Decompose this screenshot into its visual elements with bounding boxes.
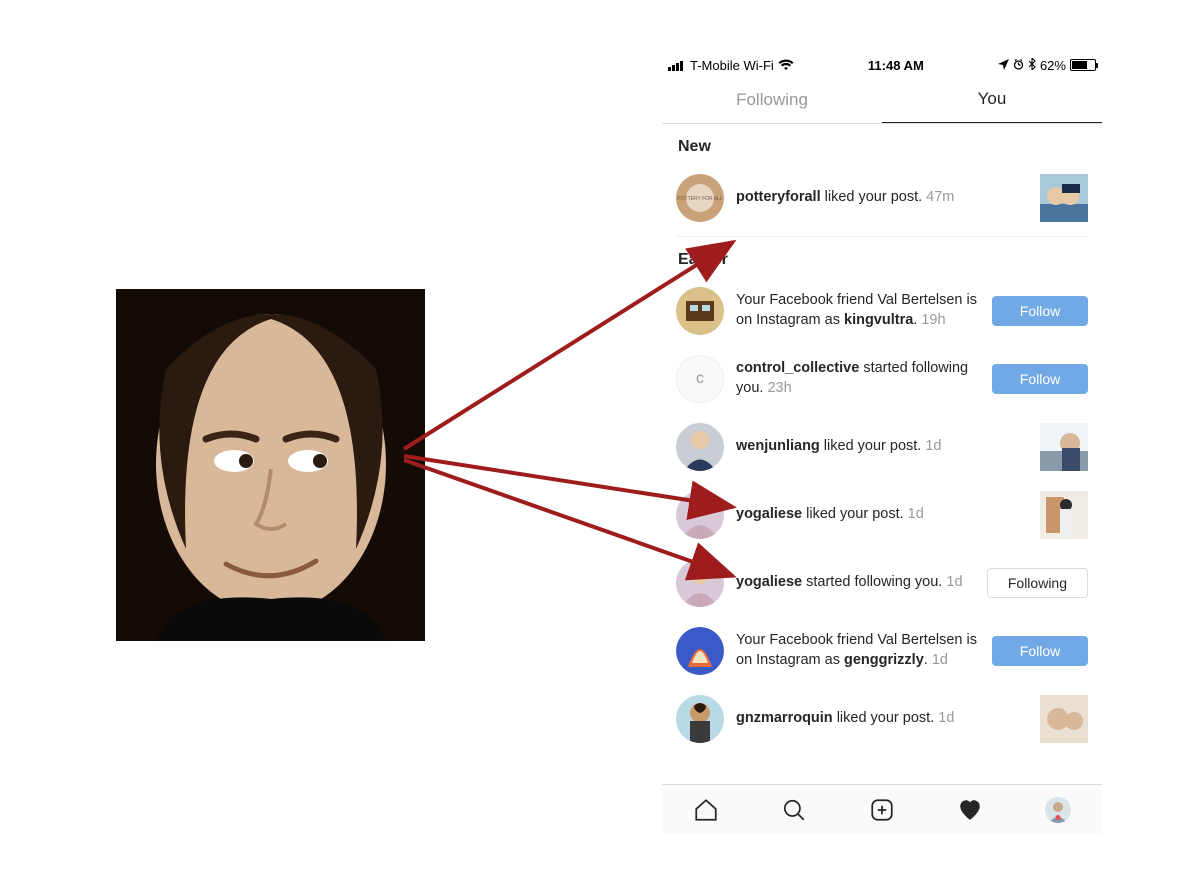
activity-row[interactable]: yogaliese started following you. 1d Foll…	[676, 549, 1088, 617]
activity-row[interactable]: c control_collective started following y…	[676, 345, 1088, 413]
activity-row[interactable]: yogaliese liked your post. 1d	[676, 481, 1088, 549]
post-thumbnail[interactable]	[1040, 423, 1088, 471]
activity-row[interactable]: Your Facebook friend Val Bertelsen is on…	[676, 617, 1088, 685]
avatar[interactable]	[676, 287, 724, 335]
username[interactable]: gnzmarroquin	[736, 710, 833, 726]
bottom-nav	[662, 784, 1102, 834]
location-icon	[998, 58, 1009, 73]
username[interactable]: yogaliese	[736, 506, 802, 522]
add-post-icon[interactable]	[868, 796, 896, 824]
notification-dot-icon	[1056, 815, 1061, 820]
bluetooth-icon	[1028, 58, 1036, 73]
avatar[interactable]	[676, 695, 724, 743]
home-icon[interactable]	[692, 796, 720, 824]
activity-text: wenjunliang liked your post. 1d	[736, 437, 1028, 457]
timestamp: 1d	[925, 438, 941, 454]
search-icon[interactable]	[780, 796, 808, 824]
activity-tabs: Following You	[662, 76, 1102, 124]
battery-pct-label: 62%	[1040, 58, 1066, 73]
avatar[interactable]	[676, 627, 724, 675]
avatar[interactable]: POTTERY FOR ALL	[676, 174, 724, 222]
signal-icon	[668, 59, 686, 71]
activity-row[interactable]: gnzmarroquin liked your post. 1d	[676, 685, 1088, 753]
activity-text: gnzmarroquin liked your post. 1d	[736, 709, 1028, 729]
activity-text: Your Facebook friend Val Bertelsen is on…	[736, 291, 980, 330]
activity-text: control_collective started following you…	[736, 359, 980, 398]
timestamp: 1d	[938, 710, 954, 726]
timestamp: 47m	[926, 189, 954, 205]
tab-you[interactable]: You	[882, 76, 1102, 123]
activity-text: potteryforall liked your post. 47m	[736, 188, 1028, 208]
activity-feed[interactable]: New POTTERY FOR ALL potteryforall liked …	[662, 124, 1102, 784]
heart-icon[interactable]	[956, 796, 984, 824]
activity-text: yogaliese started following you. 1d	[736, 573, 975, 593]
phone-frame: T-Mobile Wi-Fi 11:48 AM 62% Following Yo…	[662, 54, 1102, 834]
carrier-label: T-Mobile Wi-Fi	[690, 58, 774, 73]
wifi-icon	[778, 59, 794, 71]
post-thumbnail[interactable]	[1040, 695, 1088, 743]
activity-row[interactable]: Your Facebook friend Val Bertelsen is on…	[676, 277, 1088, 345]
status-bar: T-Mobile Wi-Fi 11:48 AM 62%	[662, 54, 1102, 76]
timestamp: 1d	[932, 652, 948, 668]
activity-text: yogaliese liked your post. 1d	[736, 505, 1028, 525]
username[interactable]: wenjunliang	[736, 438, 820, 454]
timestamp: 23h	[767, 380, 791, 396]
follow-button[interactable]: Follow	[992, 296, 1088, 326]
battery-icon	[1070, 59, 1096, 71]
clock-label: 11:48 AM	[868, 58, 924, 73]
username[interactable]: genggrizzly	[844, 652, 924, 668]
post-thumbnail[interactable]	[1040, 491, 1088, 539]
avatar[interactable]	[676, 423, 724, 471]
profile-avatar[interactable]	[1044, 796, 1072, 824]
svg-text:POTTERY FOR ALL: POTTERY FOR ALL	[677, 196, 723, 202]
username[interactable]: yogaliese	[736, 574, 802, 590]
section-header-earlier: Earlier	[678, 251, 1088, 269]
timestamp: 19h	[921, 312, 945, 328]
username[interactable]: kingvultra	[844, 312, 913, 328]
username[interactable]: potteryforall	[736, 189, 821, 205]
post-thumbnail[interactable]	[1040, 174, 1088, 222]
username[interactable]: control_collective	[736, 360, 859, 376]
avatar[interactable]: c	[676, 355, 724, 403]
tab-following[interactable]: Following	[662, 76, 882, 123]
activity-row[interactable]: POTTERY FOR ALL potteryforall liked your…	[676, 164, 1088, 232]
follow-button[interactable]: Follow	[992, 636, 1088, 666]
avatar[interactable]	[676, 491, 724, 539]
avatar[interactable]	[676, 559, 724, 607]
section-header-new: New	[678, 138, 1088, 156]
follow-button[interactable]: Follow	[992, 364, 1088, 394]
meme-image	[116, 289, 425, 641]
timestamp: 1d	[946, 574, 962, 590]
activity-row[interactable]: wenjunliang liked your post. 1d	[676, 413, 1088, 481]
timestamp: 1d	[908, 506, 924, 522]
alarm-icon	[1013, 58, 1024, 73]
following-button[interactable]: Following	[987, 568, 1088, 598]
activity-text: Your Facebook friend Val Bertelsen is on…	[736, 631, 980, 670]
